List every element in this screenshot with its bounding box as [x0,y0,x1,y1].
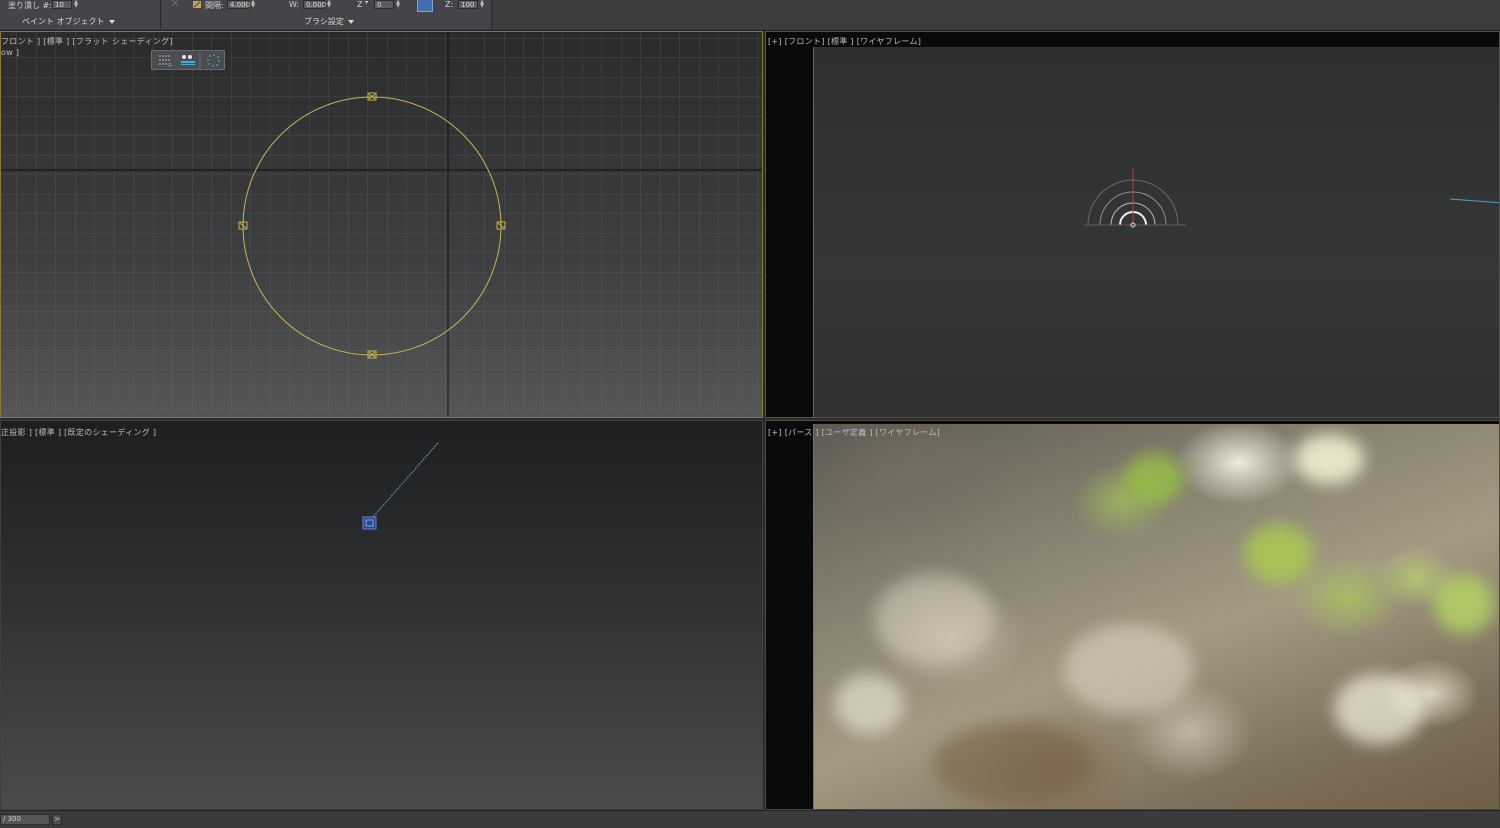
brush-settings-label: ブラシ設定 [304,17,344,26]
bokeh-leaf [1244,524,1314,584]
bokeh-highlight [834,674,904,734]
w-label: W: [289,0,300,9]
viewport-scene [362,442,439,530]
light-direction-line[interactable] [1449,198,1500,204]
bokeh-highlight [1064,624,1194,714]
viewport-label[interactable]: [+] [パース ] [ユーザ定義 ] [ワイヤフレーム] [768,427,940,438]
viewport-scene [1084,169,1500,228]
disabled-brush-icon [171,0,179,7]
svg-text:A: A [168,62,173,69]
dropdown-arrow-icon [347,19,354,24]
up-down-spinner-icon[interactable]: ▲ ▼ [250,0,256,9]
dropdown-arrow-icon[interactable]: ▾ [365,0,368,6]
bokeh-leaf [1434,574,1494,634]
light-direction-line[interactable] [371,442,439,519]
viewport-front-wireframe[interactable]: [+] [フロント] [標準 ] [ワイヤフレーム] [765,31,1500,418]
time-slider-bar: / 300 > [0,810,1500,828]
point-grid-icon[interactable]: A [159,55,173,69]
z-axis-label: Z [357,0,363,9]
frame-counter[interactable]: / 300 [0,814,50,825]
ribbon-toolbar: 塗り潰し #: 10 ▲ ▼ ペイント オブジェクト 間隔: 4.000 ▲ ▼ W… [0,0,1500,31]
up-down-spinner-icon[interactable]: ▲ ▼ [326,0,332,9]
fill-count-input[interactable]: 10 [52,0,72,9]
paint-objects-group: 塗り潰し #: 10 ▲ ▼ ペイント オブジェクト [0,0,161,29]
bokeh-shadow [934,724,1094,804]
bokeh-highlight [1334,674,1424,744]
z-axis-input[interactable]: 0 [374,0,394,9]
viewport-label[interactable]: [+] [フロント] [標準 ] [ワイヤフレーム] [768,36,921,47]
w-input[interactable]: 0.000 [303,0,326,9]
background-photo [813,424,1499,809]
viewport-front-flat[interactable]: フロント ] [標準 ] [フラット シェーディング] ow ] A [0,31,763,418]
z-label: Z: [445,0,454,9]
brush-settings-group: 間隔: 4.000 ▲ ▼ W: 0.000 ▲ ▼ Z ▾ 0 ▲ ▼ Z: 100… [161,0,492,29]
viewport-label[interactable]: フロント ] [標準 ] [フラット シェーディング] [1,36,173,47]
light-icon[interactable] [362,516,377,530]
fill-label: 塗り潰し #: [8,1,52,10]
viewport-mini-toolbar: A [151,50,225,70]
z-input[interactable]: 100 [458,0,478,9]
dropdown-arrow-icon [108,19,115,24]
viewport-canvas[interactable] [813,47,1499,417]
brush-settings-dropdown[interactable]: ブラシ設定 [304,16,354,27]
bokeh-leaf [1124,454,1184,504]
viewport-perspective-camera[interactable]: [+] [パース ] [ユーザ定義 ] [ワイヤフレーム] [765,420,1500,810]
viewport-sublabel[interactable]: ow ] [1,48,19,57]
paint-objects-label: ペイント オブジェクト [22,17,105,26]
bokeh-highlight [874,574,994,664]
spacing-input[interactable]: 4.000 [227,0,250,9]
next-frame-button[interactable]: > [52,814,62,825]
brush-icon[interactable] [192,0,202,9]
paint-objects-dropdown[interactable]: ペイント オブジェクト [22,16,115,27]
up-down-spinner-icon[interactable]: ▲ ▼ [73,0,79,9]
dots-row-icon[interactable] [181,55,195,65]
up-down-spinner-icon[interactable]: ▲ ▼ [395,0,401,9]
bokeh-highlight [1294,434,1364,484]
circle-gizmo-icon[interactable] [1084,169,1186,228]
dotted-circle-icon[interactable] [207,54,220,67]
viewport-grid [1,32,762,417]
viewport-ortho-default[interactable]: 正投影 ] [標準 ] [既定のシェーディング ] [0,420,763,810]
spacing-label: 間隔: [205,1,224,10]
up-down-spinner-icon[interactable]: ▲ ▼ [479,0,485,9]
lock-icon[interactable] [417,0,433,12]
